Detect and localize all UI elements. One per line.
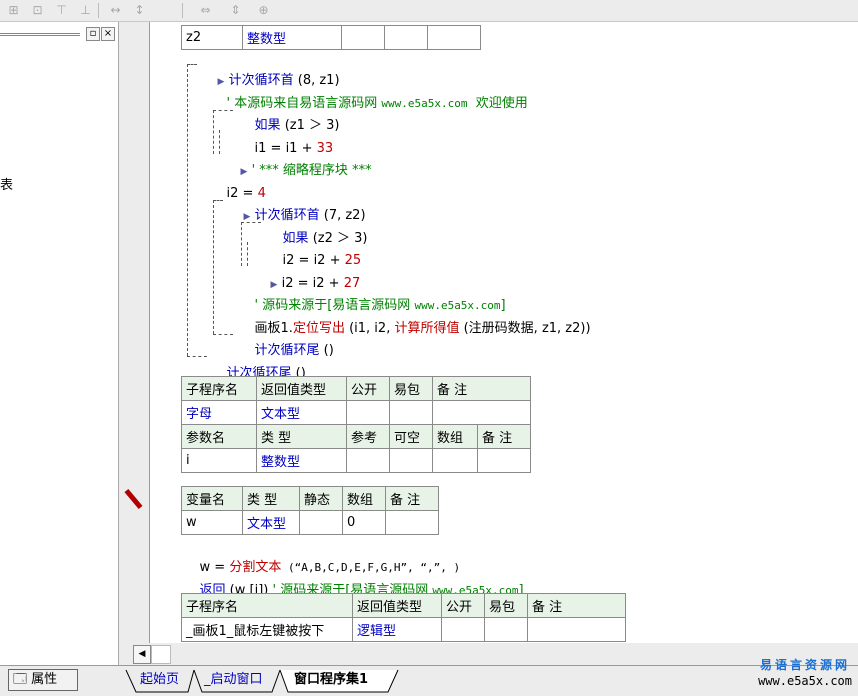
- left-panel: ▫ × 表: [0, 22, 119, 665]
- align-left-icon[interactable]: ⊞: [4, 1, 23, 19]
- pencil-icon: [124, 488, 143, 510]
- header-cell: 静态: [299, 486, 343, 511]
- header-cell: 类 型: [256, 424, 347, 449]
- panel-partial-text: 表: [0, 178, 14, 193]
- header-cell: 返回值类型: [352, 593, 442, 618]
- sub-note-cell[interactable]: [432, 400, 531, 425]
- param-nullable-cell[interactable]: [389, 448, 433, 473]
- code-gutter: ≫ »: [119, 22, 178, 643]
- header-cell: 参数名: [181, 424, 257, 449]
- same-size-icon[interactable]: ⊕: [254, 1, 273, 19]
- sub-program-table-2: 子程序名 返回值类型 公开 易包 备 注 _画板1_鼠标左键被按下 逻辑型: [181, 593, 626, 642]
- top-var-row: z2 整数型: [181, 25, 481, 50]
- header-cell: 数组: [432, 424, 478, 449]
- sub-public-cell[interactable]: [346, 400, 390, 425]
- sub-package-cell[interactable]: [389, 400, 433, 425]
- scroll-left-icon[interactable]: ◀: [133, 645, 151, 664]
- param-name-cell[interactable]: i: [181, 448, 257, 473]
- align-center-icon[interactable]: ⊡: [28, 1, 47, 19]
- properties-icon: 🗔: [13, 672, 28, 687]
- header-cell: 参考: [346, 424, 390, 449]
- sub-public-cell[interactable]: [441, 617, 485, 642]
- header-cell: 公开: [441, 593, 485, 618]
- align-middle-icon[interactable]: ⊥: [76, 1, 95, 19]
- sub-return-type-cell[interactable]: 逻辑型: [352, 617, 442, 642]
- header-cell: 返回值类型: [256, 376, 347, 401]
- header-cell: 易包: [484, 593, 528, 618]
- watermark: 易语言资源网 www.e5a5x.com: [758, 657, 852, 689]
- sub-program-table: 子程序名 返回值类型 公开 易包 备 注 字母 文本型 参数名 类 型 参考 可…: [181, 376, 531, 473]
- properties-button[interactable]: 🗔 属性: [8, 669, 78, 691]
- param-array-cell[interactable]: [432, 448, 478, 473]
- code-editor[interactable]: z2 整数型 ▶ 计次循环首 (8, z1) ' 本源码来自易语言源码网 www…: [150, 22, 858, 643]
- param-type-cell[interactable]: 整数型: [256, 448, 347, 473]
- sub-name-cell[interactable]: 字母: [181, 400, 257, 425]
- var-name-cell: z2: [181, 25, 243, 50]
- var-name-cell[interactable]: w: [181, 510, 243, 535]
- tab-startup-window[interactable]: _启动窗口: [204, 669, 263, 691]
- layout-toolbar: ⊞ ⊡ ⊤ ⊥ ↔ ↕ ⇔ ⇕ ⊕: [0, 0, 858, 22]
- var-array-cell[interactable]: 0: [342, 510, 386, 535]
- header-cell: 备 注: [477, 424, 531, 449]
- var-static-cell[interactable]: [299, 510, 343, 535]
- var-note-cell[interactable]: [385, 510, 439, 535]
- var-type-cell: 整数型: [242, 25, 342, 50]
- param-note-cell[interactable]: [477, 448, 531, 473]
- equal-height-icon[interactable]: ↕: [130, 1, 149, 19]
- close-panel-icon[interactable]: ×: [101, 27, 115, 41]
- header-cell: 类 型: [242, 486, 300, 511]
- header-cell: 备 注: [385, 486, 439, 511]
- sub-note-cell[interactable]: [527, 617, 626, 642]
- minimize-panel-icon[interactable]: ▫: [86, 27, 100, 41]
- align-top-icon[interactable]: ⊤: [52, 1, 71, 19]
- watermark-title: 易语言资源网: [760, 658, 851, 672]
- header-cell: 备 注: [527, 593, 626, 618]
- header-cell: 子程序名: [181, 376, 257, 401]
- tab-window-program-set[interactable]: 窗口程序集1: [294, 669, 368, 691]
- local-var-table: 变量名 类 型 静态 数组 备 注 w 文本型 0: [181, 486, 439, 535]
- param-ref-cell[interactable]: [346, 448, 390, 473]
- header-cell: 数组: [342, 486, 386, 511]
- same-width-icon[interactable]: ⇔: [196, 1, 215, 19]
- sub-package-cell[interactable]: [484, 617, 528, 642]
- tab-start-page[interactable]: 起始页: [140, 669, 179, 691]
- sub-name-cell[interactable]: _画板1_鼠标左键被按下: [181, 617, 353, 642]
- header-cell: 子程序名: [181, 593, 353, 618]
- var-type-cell[interactable]: 文本型: [242, 510, 300, 535]
- header-cell: 变量名: [181, 486, 243, 511]
- bottom-bar: 🗔 属性 起始页 _启动窗口 窗口程序集1: [0, 665, 858, 696]
- equal-width-icon[interactable]: ↔: [106, 1, 125, 19]
- header-cell: 公开: [346, 376, 390, 401]
- scroll-thumb[interactable]: [151, 645, 171, 664]
- sub-return-type-cell[interactable]: 文本型: [256, 400, 347, 425]
- properties-label: 属性: [31, 672, 58, 687]
- header-cell: 可空: [389, 424, 433, 449]
- header-cell: 备 注: [432, 376, 531, 401]
- same-height-icon[interactable]: ⇕: [226, 1, 245, 19]
- panel-titlebar: ▫ ×: [0, 26, 118, 42]
- horizontal-scrollbar[interactable]: ◀: [119, 643, 858, 665]
- header-cell: 易包: [389, 376, 433, 401]
- watermark-url: www.e5a5x.com: [758, 674, 852, 688]
